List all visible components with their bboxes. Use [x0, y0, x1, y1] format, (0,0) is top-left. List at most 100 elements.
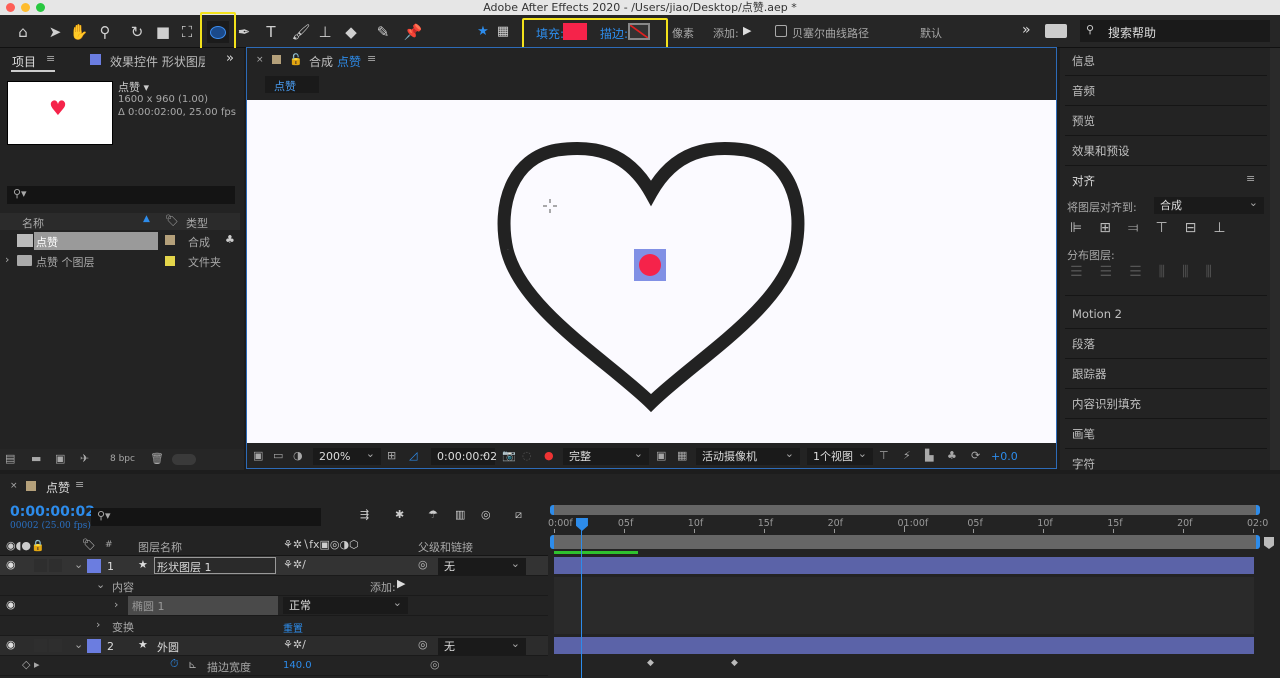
panel-info[interactable]: 信息: [1072, 53, 1095, 69]
tab-comp-name[interactable]: 点赞: [337, 53, 361, 70]
exposure-value[interactable]: +0.0: [991, 450, 1018, 463]
expand-chevron-icon[interactable]: ›: [5, 253, 9, 266]
resolution-dropdown[interactable]: 完整: [563, 445, 649, 465]
new-folder-icon[interactable]: ▬: [31, 452, 41, 465]
keyframe[interactable]: ◆: [731, 658, 738, 668]
eye-icon[interactable]: ◉: [6, 638, 16, 651]
contents-row[interactable]: ⌄ 内容 添加: ▶: [0, 576, 548, 596]
text-icon[interactable]: T: [260, 21, 282, 43]
collapse-chevron-icon[interactable]: ⌄: [74, 638, 83, 651]
views-dropdown[interactable]: 1个视图: [807, 445, 873, 465]
graph-editor-icon[interactable]: ⧄: [515, 508, 522, 522]
trash-icon[interactable]: 🗑: [150, 452, 164, 465]
layer-switches[interactable]: ⚘✲/: [283, 558, 306, 571]
column-parent[interactable]: 父级和链接: [418, 539, 473, 555]
current-timecode[interactable]: 0:00:00:02: [10, 504, 95, 520]
close-window-button[interactable]: [6, 3, 15, 12]
ellipse-group-row[interactable]: ◉ › 椭圆 1 正常: [0, 594, 548, 616]
rotate-icon[interactable]: ↻: [126, 21, 148, 43]
panel-motion2[interactable]: Motion 2: [1072, 307, 1122, 321]
panel-align-title[interactable]: 对齐: [1072, 173, 1095, 189]
flowchart-icon[interactable]: ♣: [225, 233, 235, 246]
roto-brush-icon[interactable]: ✎: [372, 21, 394, 43]
panel-content-aware-fill[interactable]: 内容识别填充: [1072, 396, 1141, 412]
bit-depth-button[interactable]: 8 bpc: [110, 454, 135, 464]
reset-link[interactable]: 重置: [283, 620, 303, 635]
property-row[interactable]: ◇ ▸ ⏱ ⊾ 描边宽度 140.0 ◎: [0, 656, 548, 676]
close-tab-icon[interactable]: ×: [10, 481, 18, 491]
panel-brush[interactable]: 画笔: [1072, 426, 1095, 442]
layer-bar-1[interactable]: [554, 557, 1254, 574]
workspace-more[interactable]: »: [1022, 22, 1031, 38]
project-item[interactable]: › 点赞 个图层 文件夹: [0, 252, 244, 270]
pan-behind-icon[interactable]: ⛶: [176, 21, 198, 43]
composition-canvas[interactable]: [247, 100, 1056, 443]
layer-row[interactable]: ◉ ⌄ 2 ★ 外圆 ⚘✲/ ◎ 无: [0, 635, 548, 656]
draft-3d-icon[interactable]: ✱: [395, 508, 404, 521]
keyframe-nav-icon[interactable]: ◇ ▸: [22, 658, 39, 671]
camera-icon[interactable]: ■: [152, 21, 174, 43]
snapshot-icon[interactable]: 📷: [502, 449, 516, 462]
work-area-bar[interactable]: [550, 535, 1260, 549]
workspace-default[interactable]: 默认: [920, 25, 942, 41]
search-help-input[interactable]: ⚲ 搜索帮助: [1080, 20, 1270, 42]
eye-icon[interactable]: ◉: [6, 598, 16, 611]
fast-preview-icon[interactable]: ▣: [656, 449, 666, 462]
layer-bar-2[interactable]: [554, 637, 1254, 654]
frame-blending-icon[interactable]: ▥: [455, 508, 465, 521]
layer-switches[interactable]: ⚘✲/: [283, 638, 306, 651]
graph-icon[interactable]: ⊾: [188, 658, 197, 671]
playhead[interactable]: [575, 518, 588, 678]
column-name[interactable]: 名称: [22, 215, 44, 231]
blend-mode-dropdown[interactable]: 正常: [283, 594, 408, 614]
workspace-panel-icon[interactable]: [1045, 24, 1067, 38]
roi-icon[interactable]: ◿: [409, 449, 417, 462]
layer-label-color[interactable]: [87, 639, 101, 653]
panel-character[interactable]: 字符: [1072, 456, 1095, 472]
parent-dropdown[interactable]: 无: [438, 555, 526, 575]
ellipse-group-name[interactable]: 椭圆 1: [128, 596, 278, 615]
panel-menu-icon[interactable]: ≡: [367, 52, 376, 65]
show-snapshot-icon[interactable]: ◌: [522, 449, 532, 462]
layer-row[interactable]: ◉ ⌄ 1 ★ 形状图层 1 ⚘✲/ ◎ 无: [0, 555, 548, 576]
timeline-icon[interactable]: ▙: [925, 449, 933, 462]
tab-project[interactable]: 项目: [12, 53, 36, 70]
flowchart-icon[interactable]: ♣: [947, 449, 957, 462]
pen-icon[interactable]: ✒: [233, 21, 255, 43]
monitor-icon[interactable]: ▭: [273, 449, 283, 462]
align-buttons[interactable]: ⊫⊞⫤⊤⊟⊥: [1070, 220, 1265, 240]
property-value[interactable]: 140.0: [283, 660, 312, 671]
tab-effect-controls[interactable]: 效果控件 形状图层: [110, 53, 205, 70]
expand-chevron-icon[interactable]: ›: [114, 598, 118, 611]
thumbnail-slider[interactable]: [172, 454, 196, 465]
comp-breadcrumb[interactable]: 点赞: [265, 76, 319, 93]
mask-visibility-icon[interactable]: ◑: [293, 449, 303, 462]
collapse-chevron-icon[interactable]: ⌄: [96, 578, 105, 591]
panel-effects-presets[interactable]: 效果和预设: [1072, 143, 1130, 159]
new-comp-icon[interactable]: ▣: [55, 452, 65, 465]
eraser-icon[interactable]: ◆: [340, 21, 362, 43]
expand-chevron-icon[interactable]: ›: [96, 618, 100, 631]
clone-stamp-icon[interactable]: ⊥: [314, 21, 336, 43]
pick-whip-icon[interactable]: ◎: [430, 658, 440, 671]
toggle-pixel-icon[interactable]: ⊤: [879, 449, 889, 462]
project-search-input[interactable]: ⚲▾: [7, 186, 235, 204]
keyframe[interactable]: ◆: [647, 658, 654, 668]
column-layer-name[interactable]: 图层名称: [138, 539, 182, 555]
layer-name[interactable]: 外圆: [157, 639, 179, 655]
minimize-window-button[interactable]: [21, 3, 30, 12]
interpret-footage-icon[interactable]: ▤: [5, 452, 15, 465]
hand-icon[interactable]: ✋: [68, 21, 90, 43]
transparency-grid-icon[interactable]: ▦: [677, 449, 687, 462]
panel-audio[interactable]: 音频: [1072, 83, 1095, 99]
always-preview-icon[interactable]: ▣: [253, 449, 263, 462]
adjust-icon[interactable]: ✈: [80, 452, 89, 465]
panel-menu-icon[interactable]: ≡: [1246, 172, 1255, 185]
panel-preview[interactable]: 预览: [1072, 113, 1095, 129]
star-icon[interactable]: ★: [472, 21, 494, 43]
zoom-dropdown[interactable]: 200%: [313, 445, 381, 465]
project-item[interactable]: 点赞 合成 ♣: [0, 232, 244, 250]
camera-dropdown[interactable]: 活动摄像机: [696, 445, 800, 465]
timeline-search-input[interactable]: ⚲▾: [91, 508, 321, 526]
viewer-timecode[interactable]: 0:00:00:02: [431, 445, 497, 465]
